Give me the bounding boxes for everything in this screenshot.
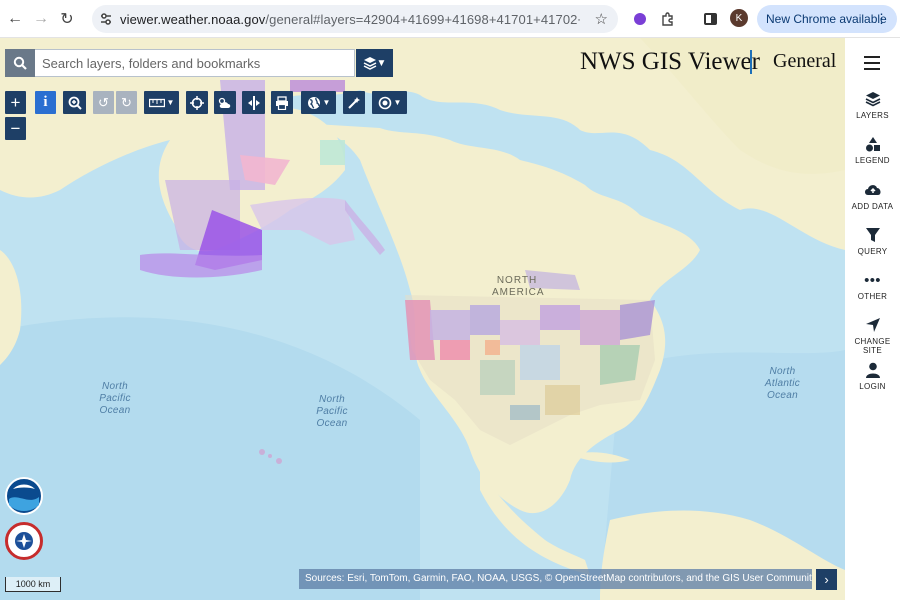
- north-america-label: NORTH AMERICA: [492, 275, 545, 298]
- zoom-out-button[interactable]: −: [5, 117, 26, 140]
- app-title: NWS GIS Viewer: [580, 48, 760, 75]
- sidebar-item-query[interactable]: QUERY: [845, 227, 900, 256]
- magic-wand-icon[interactable]: [343, 91, 365, 114]
- side-panel-icon[interactable]: [700, 9, 720, 29]
- north-atlantic-label: North Atlantic Ocean: [764, 366, 801, 401]
- basemap: [0, 38, 845, 600]
- filter-icon: [845, 227, 900, 245]
- profile-avatar[interactable]: K: [730, 9, 748, 27]
- hamburger-menu-icon[interactable]: [864, 56, 880, 70]
- update-label: New Chrome available: [766, 12, 887, 26]
- more-vert-icon[interactable]: ⋮: [875, 11, 888, 27]
- caret-down-icon: ▼: [376, 57, 387, 69]
- cloud-upload-icon: [845, 182, 900, 200]
- url-text[interactable]: viewer.weather.noaa.gov/general#layers=4…: [120, 12, 580, 27]
- extension-icon[interactable]: [630, 9, 650, 29]
- print-icon[interactable]: [271, 91, 293, 114]
- crosshair-icon[interactable]: [186, 91, 208, 114]
- chevron-right-icon[interactable]: ›: [816, 569, 837, 590]
- forward-arrow-icon[interactable]: →: [28, 6, 54, 32]
- sidebar-item-label: OTHER: [857, 292, 888, 301]
- sidebar-item-label: LOGIN: [859, 382, 886, 391]
- title-divider: [750, 50, 752, 74]
- sidebar-item-login[interactable]: LOGIN: [845, 362, 900, 391]
- zoom-extent-icon[interactable]: [63, 91, 86, 114]
- sidebar-item-legend[interactable]: LEGEND: [845, 136, 900, 165]
- undo-extent-icon[interactable]: ↺: [93, 91, 114, 114]
- more-icon: •••: [864, 272, 881, 289]
- site-settings-icon[interactable]: [92, 12, 120, 26]
- map-canvas[interactable]: NORTH AMERICA North Pacific Ocean North …: [0, 38, 845, 600]
- sidebar-item-label: QUERY: [857, 247, 888, 256]
- sidebar-item-label: CHANGE SITE: [854, 337, 891, 355]
- caret-down-icon: ▼: [166, 98, 175, 107]
- caret-down-icon: ▼: [322, 98, 331, 107]
- search-box[interactable]: [5, 49, 355, 77]
- sidebar-item-change-site[interactable]: CHANGE SITE: [845, 317, 900, 355]
- sidebar-item-label: LAYERS: [856, 111, 889, 120]
- nws-logo[interactable]: [5, 522, 43, 560]
- scale-bar: 1000 km: [5, 577, 61, 592]
- reload-icon[interactable]: ↻: [54, 6, 80, 32]
- url-domain: viewer.weather.noaa.gov: [120, 11, 266, 27]
- stack-icon: [363, 57, 376, 70]
- basemap-button[interactable]: ▼: [301, 91, 336, 114]
- sidebar-item-layers[interactable]: LAYERS: [845, 91, 900, 120]
- right-sidebar: LAYERS LEGEND ADD DATA QUERY ••• OTHER C…: [845, 80, 900, 600]
- target-icon: [378, 96, 391, 109]
- search-input[interactable]: [35, 55, 345, 71]
- sidebar-item-other[interactable]: ••• OTHER: [845, 272, 900, 301]
- measure-button[interactable]: ▼: [144, 91, 179, 114]
- swipe-compare-icon[interactable]: [242, 91, 265, 114]
- caret-down-icon: ▼: [393, 98, 402, 107]
- north-pacific-label-left: North Pacific Ocean: [99, 381, 131, 416]
- app-subtitle: General: [773, 50, 837, 72]
- user-icon: [845, 362, 900, 380]
- sidebar-item-label: LEGEND: [855, 156, 890, 165]
- url-path: /general#layers=42904+41699+41698+41701+…: [265, 11, 580, 27]
- location-arrow-icon: [845, 317, 900, 335]
- globe-icon: [307, 96, 320, 109]
- map-attribution: Sources: Esri, TomTom, Garmin, FAO, NOAA…: [299, 569, 812, 589]
- extensions-puzzle-icon[interactable]: [658, 9, 678, 29]
- target-button[interactable]: ▼: [372, 91, 407, 114]
- back-arrow-icon[interactable]: ←: [2, 6, 28, 32]
- sidebar-item-label: ADD DATA: [851, 202, 894, 211]
- browser-toolbar: ← → ↻ viewer.weather.noaa.gov/general#la…: [0, 0, 900, 38]
- bookmark-star-icon[interactable]: ☆: [595, 10, 608, 28]
- info-icon[interactable]: i: [35, 91, 56, 114]
- zoom-in-button[interactable]: +: [5, 91, 26, 114]
- search-icon[interactable]: [5, 49, 35, 77]
- layers-icon: [845, 91, 900, 109]
- sidebar-item-add-data[interactable]: ADD DATA: [845, 182, 900, 211]
- north-pacific-label-center: North Pacific Ocean: [316, 394, 348, 429]
- chrome-update-button[interactable]: New Chrome available ⋮: [757, 5, 897, 33]
- ruler-icon: [148, 98, 165, 107]
- legend-icon: [845, 136, 900, 154]
- layers-dropdown-button[interactable]: ▼: [356, 49, 393, 77]
- address-bar[interactable]: viewer.weather.noaa.gov/general#layers=4…: [92, 5, 618, 33]
- weather-cloud-sun-icon[interactable]: [214, 91, 236, 114]
- redo-extent-icon[interactable]: ↻: [116, 91, 137, 114]
- noaa-logo[interactable]: [5, 477, 43, 515]
